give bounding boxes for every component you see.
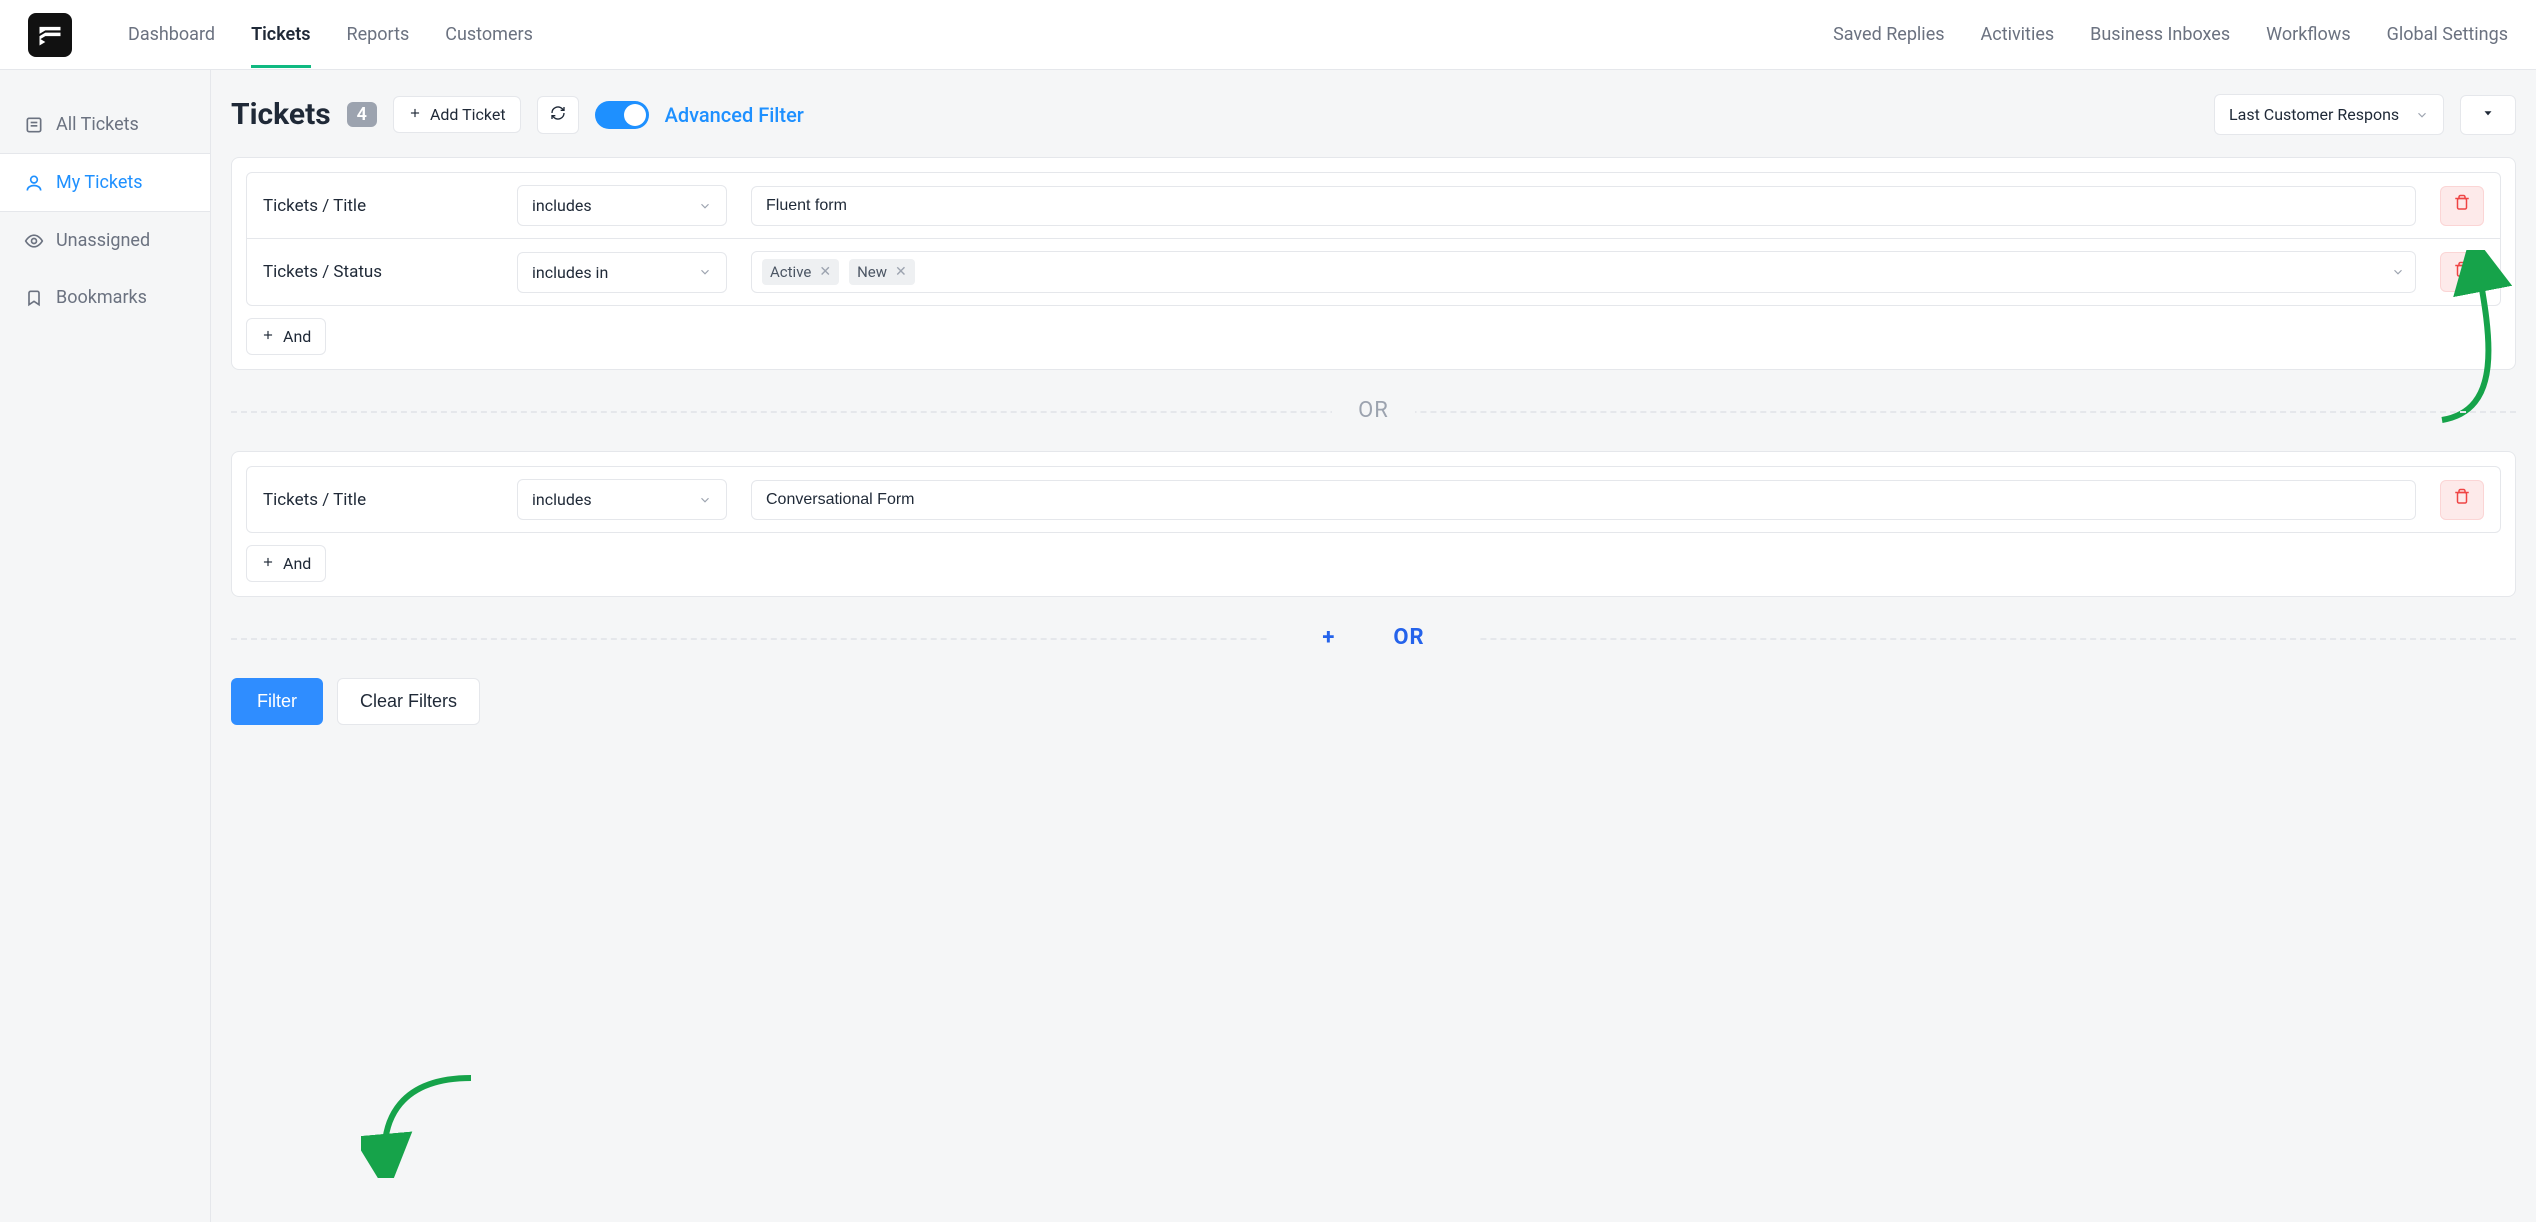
tag-label: New (857, 263, 887, 281)
top-nav: Dashboard Tickets Reports Customers Save… (0, 0, 2536, 70)
user-icon (24, 173, 44, 193)
plus-icon (261, 554, 275, 573)
refresh-button[interactable] (537, 96, 579, 134)
bookmark-icon (24, 288, 44, 308)
trash-icon (2453, 194, 2471, 217)
secondary-nav: Saved Replies Activities Business Inboxe… (1833, 24, 2508, 45)
advanced-filter-label: Advanced Filter (665, 103, 804, 127)
plus-icon (408, 105, 422, 124)
primary-nav: Dashboard Tickets Reports Customers (128, 2, 533, 67)
operator-value: includes (532, 490, 592, 509)
sidebar-item-all-tickets[interactable]: All Tickets (0, 96, 210, 153)
sidebar-item-label: Unassigned (56, 230, 150, 251)
selected-tag: New ✕ (849, 259, 915, 285)
chevron-down-icon (698, 199, 712, 213)
nav-dashboard[interactable]: Dashboard (128, 2, 215, 67)
operator-select[interactable]: includes (517, 185, 727, 226)
sidebar-item-label: All Tickets (56, 114, 139, 135)
main-content: Tickets 4 Add Ticket Advanced Filter Las… (210, 70, 2536, 1222)
more-options-dropdown[interactable] (2460, 95, 2516, 135)
trash-icon (2453, 261, 2471, 284)
nav-tickets[interactable]: Tickets (251, 2, 310, 67)
remove-tag-icon[interactable]: ✕ (895, 264, 907, 280)
list-icon (24, 115, 44, 135)
sort-select[interactable]: Last Customer Respons (2214, 94, 2444, 135)
chevron-down-icon (2391, 265, 2405, 279)
filter-rule: Tickets / Title includes (247, 173, 2500, 238)
value-input[interactable] (751, 480, 2416, 520)
plus-icon: + (1296, 625, 1361, 650)
chevron-down-icon (698, 265, 712, 279)
caret-down-icon (2481, 105, 2495, 125)
rule-list: Tickets / Title includes (246, 466, 2501, 533)
ticket-count-badge: 4 (347, 102, 377, 127)
page-header: Tickets 4 Add Ticket Advanced Filter Las… (231, 94, 2516, 135)
clear-filters-button[interactable]: Clear Filters (337, 678, 480, 725)
filter-rule: Tickets / Title includes (247, 467, 2500, 532)
nav-global-settings[interactable]: Global Settings (2387, 24, 2508, 45)
add-or-group[interactable]: +OR (231, 625, 2516, 650)
operator-select[interactable]: includes (517, 479, 727, 520)
filter-group: Tickets / Title includes Tickets / Statu… (231, 157, 2516, 370)
nav-reports[interactable]: Reports (347, 2, 410, 67)
add-and-rule-button[interactable]: And (246, 545, 326, 582)
logo-icon (36, 21, 64, 49)
add-ticket-button[interactable]: Add Ticket (393, 96, 521, 133)
value-multiselect[interactable]: Active ✕ New ✕ (751, 251, 2416, 293)
and-label: And (283, 554, 311, 573)
or-label: OR (1332, 398, 1415, 423)
filter-group: Tickets / Title includes And (231, 451, 2516, 597)
rule-field-label: Tickets / Status (263, 262, 493, 282)
app-logo (28, 13, 72, 57)
add-ticket-label: Add Ticket (430, 105, 506, 124)
operator-select[interactable]: includes in (517, 252, 727, 293)
sidebar-item-label: Bookmarks (56, 287, 147, 308)
remove-tag-icon[interactable]: ✕ (819, 264, 831, 280)
delete-rule-button[interactable] (2440, 480, 2484, 520)
value-input[interactable] (751, 186, 2416, 226)
trash-icon (2453, 488, 2471, 511)
chevron-down-icon (2415, 108, 2429, 122)
add-and-rule-button[interactable]: And (246, 318, 326, 355)
operator-value: includes in (532, 263, 608, 282)
tag-label: Active (770, 263, 811, 281)
sidebar-item-label: My Tickets (56, 172, 143, 193)
filter-actions: Filter Clear Filters (231, 678, 2516, 725)
advanced-filter-toggle[interactable] (595, 101, 649, 129)
toggle-knob (624, 104, 646, 126)
sidebar-item-bookmarks[interactable]: Bookmarks (0, 269, 210, 326)
sidebar-item-unassigned[interactable]: Unassigned (0, 212, 210, 269)
selected-tag: Active ✕ (762, 259, 839, 285)
sort-select-value: Last Customer Respons (2229, 105, 2399, 124)
delete-rule-button[interactable] (2440, 186, 2484, 226)
refresh-icon (550, 105, 566, 125)
delete-rule-button[interactable] (2440, 252, 2484, 292)
and-label: And (283, 327, 311, 346)
nav-customers[interactable]: Customers (445, 2, 533, 67)
nav-saved-replies[interactable]: Saved Replies (1833, 24, 1944, 45)
eye-icon (24, 231, 44, 251)
rule-list: Tickets / Title includes Tickets / Statu… (246, 172, 2501, 306)
apply-filter-button[interactable]: Filter (231, 678, 323, 725)
or-separator: OR (231, 398, 2516, 423)
nav-workflows[interactable]: Workflows (2266, 24, 2351, 45)
operator-value: includes (532, 196, 592, 215)
filter-rule: Tickets / Status includes in Active ✕ Ne… (247, 238, 2500, 305)
page-title: Tickets (231, 97, 331, 132)
add-or-label: OR (1367, 625, 1450, 650)
rule-field-label: Tickets / Title (263, 196, 493, 216)
chevron-down-icon (698, 493, 712, 507)
sidebar-item-my-tickets[interactable]: My Tickets (0, 153, 211, 212)
nav-activities[interactable]: Activities (1981, 24, 2055, 45)
annotation-arrow-icon (361, 1068, 481, 1178)
sidebar: All Tickets My Tickets Unassigned Bookma… (0, 70, 210, 1222)
rule-field-label: Tickets / Title (263, 490, 493, 510)
nav-business-inboxes[interactable]: Business Inboxes (2090, 24, 2230, 45)
plus-icon (261, 327, 275, 346)
